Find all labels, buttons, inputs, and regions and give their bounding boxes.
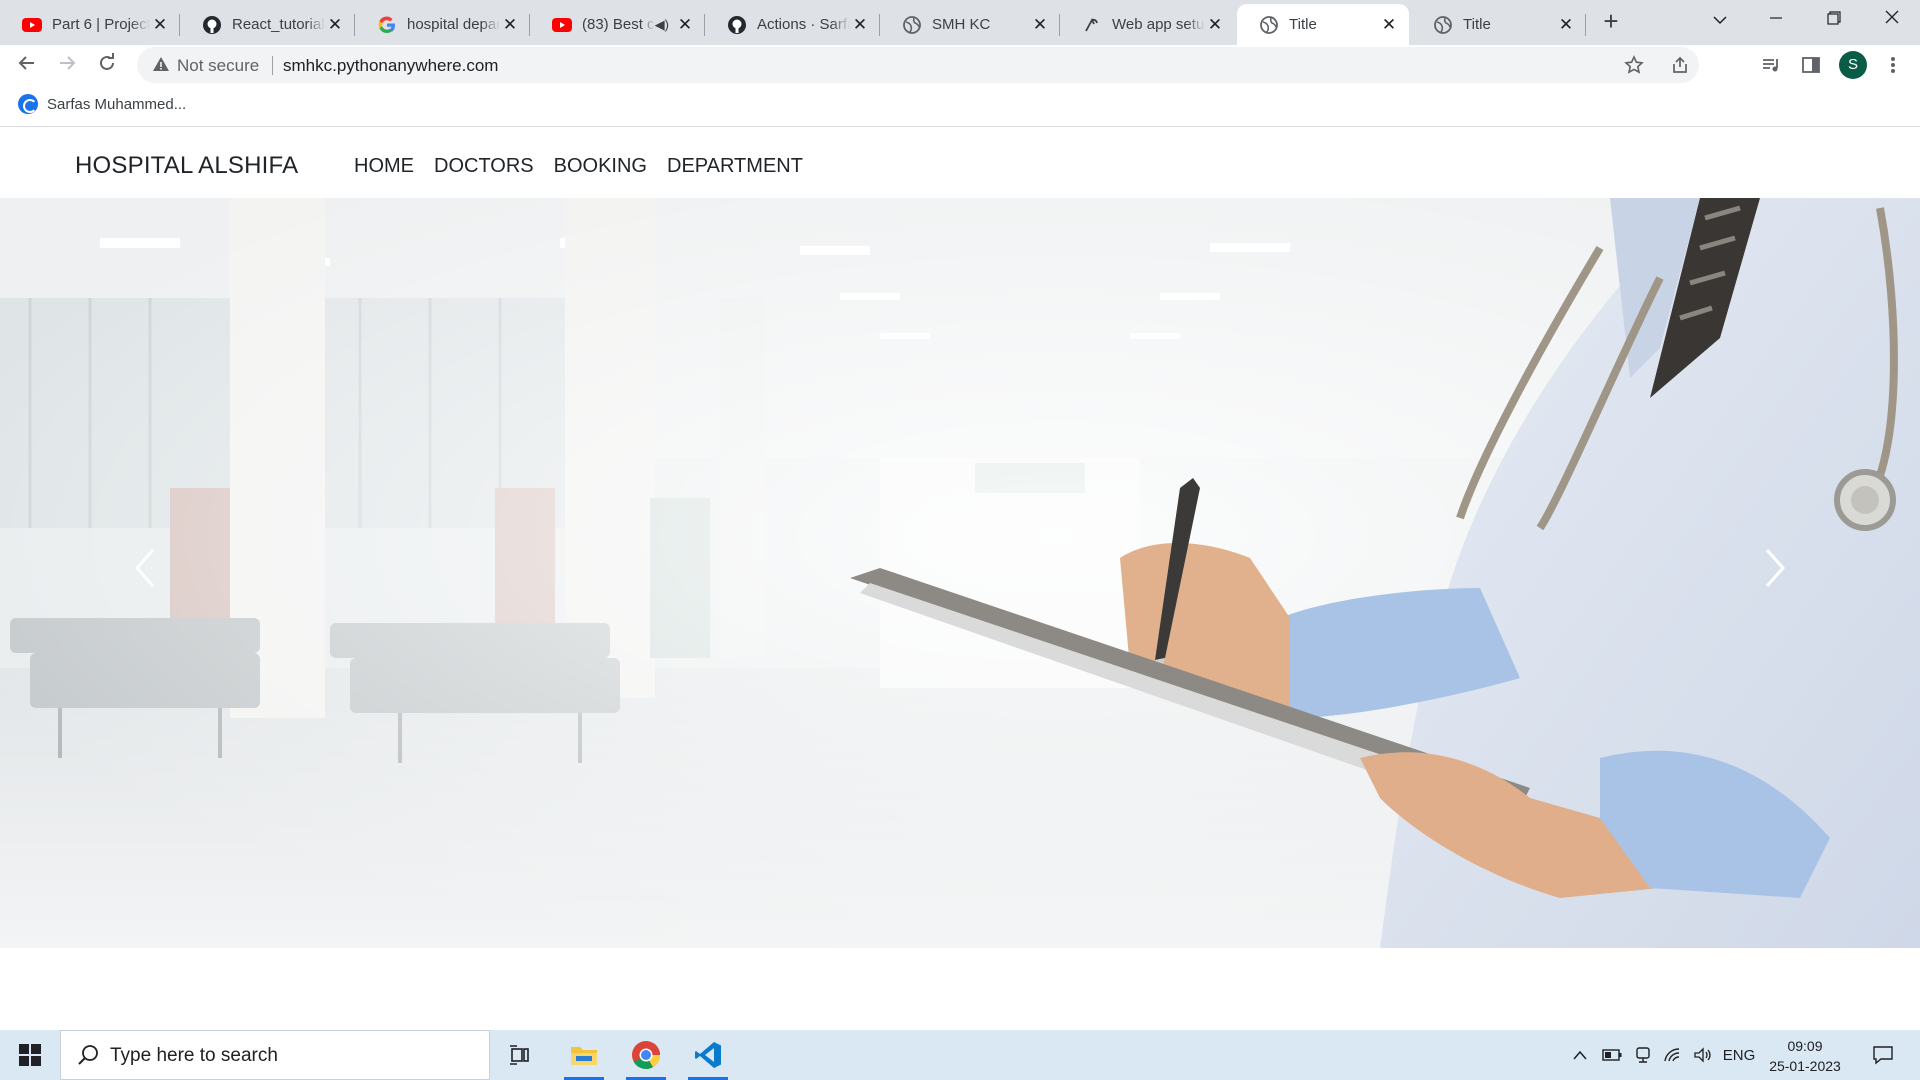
tab-title: (83) Best c: [582, 16, 655, 33]
bookmark-item[interactable]: Sarfas Muhammed...: [18, 94, 186, 114]
close-tab-icon[interactable]: ✕: [1556, 15, 1576, 35]
browser-tab[interactable]: Actions · Sarfa ✕: [705, 4, 880, 45]
tab-title: Web app setu: [1112, 16, 1205, 33]
close-window-button[interactable]: [1864, 0, 1920, 40]
browser-tab-active[interactable]: Title ✕: [1237, 4, 1409, 45]
browser-tab[interactable]: SMH KC ✕: [880, 4, 1060, 45]
restore-button[interactable]: [1806, 0, 1862, 40]
close-tab-icon[interactable]: ✕: [850, 15, 870, 35]
browser-tab[interactable]: (83) Best c ◀) ✕: [530, 4, 705, 45]
start-button[interactable]: [0, 1030, 60, 1080]
browser-tab[interactable]: hospital depar ✕: [355, 4, 530, 45]
battery-icon[interactable]: [1598, 1030, 1626, 1080]
bookmark-favicon-icon: [18, 94, 38, 114]
pythonanywhere-icon: [1082, 15, 1102, 35]
web-page: HOSPITAL ALSHIFA HOME DOCTORS BOOKING DE…: [0, 128, 1920, 1030]
site-brand[interactable]: HOSPITAL ALSHIFA: [75, 152, 298, 180]
nav-link-booking[interactable]: BOOKING: [554, 155, 647, 178]
share-icon[interactable]: [1668, 53, 1692, 77]
audio-playing-icon[interactable]: ◀): [655, 17, 669, 33]
divider: [272, 56, 273, 75]
address-bar[interactable]: Not secure smhkc.pythonanywhere.com: [137, 47, 1699, 83]
hero-carousel: [0, 198, 1920, 948]
new-tab-button[interactable]: +: [1597, 8, 1625, 36]
url-text[interactable]: smhkc.pythonanywhere.com: [283, 56, 498, 76]
language-indicator[interactable]: ENG: [1720, 1030, 1758, 1080]
browser-tab[interactable]: React_tutorial ✕: [180, 4, 355, 45]
side-panel-icon[interactable]: [1797, 51, 1825, 79]
close-tab-icon[interactable]: ✕: [325, 15, 345, 35]
globe-icon: [1433, 15, 1453, 35]
bookmarks-bar: Sarfas Muhammed...: [0, 86, 1920, 127]
tab-title: Title: [1463, 16, 1491, 33]
notifications-icon[interactable]: [1863, 1030, 1903, 1080]
close-tab-icon[interactable]: ✕: [1205, 15, 1225, 35]
browser-tab[interactable]: Web app setu ✕: [1060, 4, 1235, 45]
search-icon: [77, 1044, 99, 1071]
windows-taskbar: Type here to search ENG 09:09 25-01-2023: [0, 1030, 1920, 1080]
site-navbar: HOSPITAL ALSHIFA HOME DOCTORS BOOKING DE…: [0, 128, 1920, 198]
security-label[interactable]: Not secure: [177, 56, 259, 76]
reload-button[interactable]: [92, 51, 122, 81]
globe-icon: [1259, 15, 1279, 35]
tab-title: Actions · Sarfa: [757, 16, 850, 33]
nav-link-doctors[interactable]: DOCTORS: [434, 155, 534, 178]
browser-toolbar: Not secure smhkc.pythonanywhere.com S: [0, 45, 1920, 86]
task-view-icon[interactable]: [492, 1030, 548, 1080]
browser-tab[interactable]: Part 6 | Project ✕: [0, 4, 180, 45]
youtube-icon: [22, 15, 42, 35]
clock-date: 25-01-2023: [1769, 1058, 1841, 1074]
close-tab-icon[interactable]: ✕: [150, 15, 170, 35]
wifi-icon[interactable]: [1660, 1030, 1686, 1080]
tab-title: Title: [1289, 16, 1317, 33]
clock[interactable]: 09:09 25-01-2023: [1765, 1036, 1845, 1076]
close-tab-icon[interactable]: ✕: [675, 15, 695, 35]
profile-avatar[interactable]: S: [1839, 51, 1867, 79]
taskbar-search[interactable]: Type here to search: [60, 1030, 490, 1080]
volume-icon[interactable]: [1690, 1030, 1716, 1080]
bookmark-star-icon[interactable]: [1622, 53, 1646, 77]
tab-title: hospital depar: [407, 16, 500, 33]
carousel-prev-button[interactable]: [125, 538, 165, 598]
tab-title: React_tutorial: [232, 16, 325, 33]
file-explorer-icon[interactable]: [556, 1030, 612, 1080]
youtube-icon: [552, 15, 572, 35]
tab-title: SMH KC: [932, 16, 991, 33]
nav-link-home[interactable]: HOME: [354, 155, 414, 178]
meet-now-icon[interactable]: [1630, 1030, 1656, 1080]
back-button[interactable]: [12, 51, 42, 81]
forward-button[interactable]: [52, 51, 82, 81]
warning-icon[interactable]: [152, 55, 170, 78]
browser-tab[interactable]: Title ✕: [1411, 4, 1586, 45]
show-hidden-icons[interactable]: [1568, 1030, 1592, 1080]
close-tab-icon[interactable]: ✕: [1030, 15, 1050, 35]
chrome-icon[interactable]: [618, 1030, 674, 1080]
github-icon: [727, 15, 747, 35]
minimize-button[interactable]: [1748, 0, 1804, 40]
close-tab-icon[interactable]: ✕: [500, 15, 520, 35]
media-controls-icon[interactable]: [1757, 51, 1785, 79]
tab-search-icon[interactable]: [1692, 0, 1748, 40]
tab-title: Part 6 | Project: [52, 16, 150, 33]
more-menu-icon[interactable]: [1879, 51, 1907, 79]
search-placeholder: Type here to search: [110, 1045, 278, 1066]
vscode-icon[interactable]: [680, 1030, 736, 1080]
google-icon: [377, 15, 397, 35]
clock-time: 09:09: [1787, 1038, 1823, 1054]
bookmark-label: Sarfas Muhammed...: [47, 95, 187, 113]
tab-strip: Part 6 | Project ✕ React_tutorial ✕ hosp…: [0, 0, 1920, 45]
github-icon: [202, 15, 222, 35]
carousel-next-button[interactable]: [1755, 538, 1795, 598]
hero-image: [0, 198, 1920, 948]
close-tab-icon[interactable]: ✕: [1379, 15, 1399, 35]
nav-link-department[interactable]: DEPARTMENT: [667, 155, 803, 178]
globe-icon: [902, 15, 922, 35]
nav-links: HOME DOCTORS BOOKING DEPARTMENT: [354, 155, 803, 178]
